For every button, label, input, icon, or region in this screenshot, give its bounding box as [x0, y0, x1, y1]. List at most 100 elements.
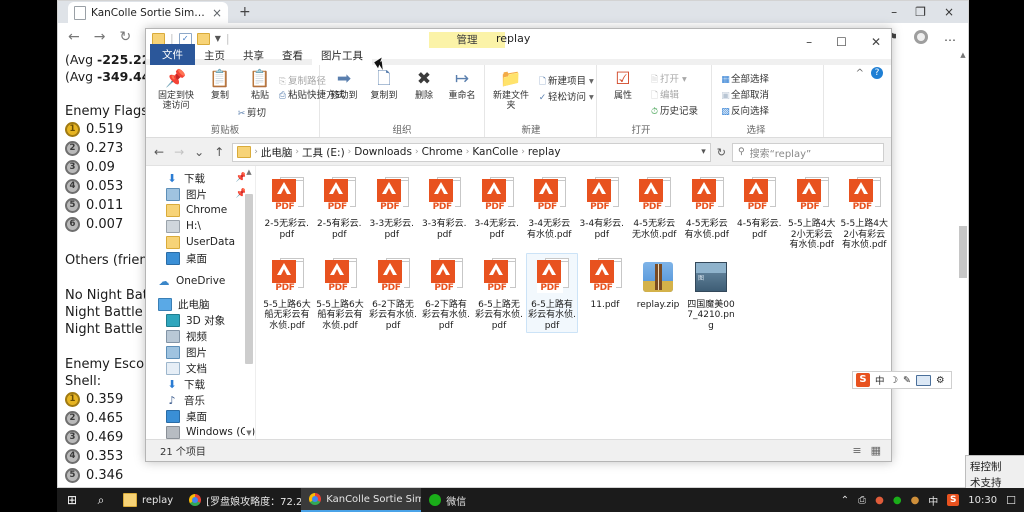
nav-item-14[interactable]: 桌面	[146, 408, 255, 424]
tray-app-icon[interactable]: ●	[875, 495, 884, 506]
clock[interactable]: 10:30	[968, 495, 997, 506]
browser-tab[interactable]: KanColle Sortie Simulator ×	[68, 2, 228, 23]
taskbar-item-2[interactable]: KanColle Sortie Sim…	[301, 488, 422, 512]
file-item[interactable]: PDF 2-5无彩云.pdf	[261, 172, 313, 253]
easy-access-button[interactable]: ✓ 轻松访问 ▾	[537, 89, 594, 103]
forward-icon[interactable]: →	[94, 29, 106, 45]
explorer-back-icon[interactable]: ←	[154, 145, 164, 159]
history-button[interactable]: ⏱ 历史记录	[649, 103, 698, 117]
cut-button[interactable]: ✂ 剪切	[236, 105, 266, 119]
navigation-scrollbar[interactable]: ▲ ▼	[245, 168, 253, 437]
nav-item-8[interactable]: 3D 对象	[146, 312, 255, 328]
nav-item-9[interactable]: 视频	[146, 328, 255, 344]
notification-center-icon[interactable]: ☐	[1006, 494, 1016, 507]
file-item[interactable]: PDF 6-2下路无彩云有水侦.pdf	[367, 253, 419, 334]
qat-new-folder-icon[interactable]	[196, 32, 210, 45]
browser-menu-icon[interactable]: …	[944, 30, 956, 44]
collapse-ribbon-icon[interactable]: ^	[856, 68, 864, 79]
tray-sogou-icon[interactable]: S	[947, 494, 960, 506]
select-all-button[interactable]: ▦全部选择	[720, 71, 769, 85]
new-folder-button[interactable]: 📁 新建文件夹	[489, 69, 533, 111]
nav-item-13[interactable]: ♪ 音乐	[146, 392, 255, 408]
explorer-up-icon[interactable]: ↑	[214, 145, 224, 159]
nav-item-4[interactable]: UserData	[146, 234, 255, 250]
ribbon-tab-3[interactable]: 查看	[273, 46, 312, 65]
breadcrumb-chevron-down-icon[interactable]: ▾	[701, 147, 706, 157]
qat-properties-icon[interactable]: ✓	[178, 32, 192, 45]
copy-to-button[interactable]: 🗋 复制到	[362, 69, 406, 101]
qat-folder-icon[interactable]	[152, 32, 165, 45]
nav-item-3[interactable]: H:\	[146, 218, 255, 234]
details-view-button[interactable]: ≡	[852, 444, 861, 457]
edit-button[interactable]: 🗋 编辑	[649, 87, 679, 104]
breadcrumb-item[interactable]: Downloads	[354, 146, 412, 158]
new-item-button[interactable]: 🗋 新建项目 ▾	[537, 73, 594, 90]
breadcrumb[interactable]: › 此电脑 › 工具 (E:) › Downloads › Chrome › KanColle › r…	[232, 142, 711, 162]
file-item[interactable]: PDF 4-5有彩云.pdf	[734, 172, 786, 253]
nav-item-5[interactable]: 桌面	[146, 250, 255, 266]
file-item[interactable]: PDF 3-3无彩云.pdf	[366, 172, 418, 253]
nav-item-15[interactable]: Windows (C:)	[146, 424, 255, 439]
nav-item-11[interactable]: 文档	[146, 360, 255, 376]
tray-lang-label[interactable]: 中	[928, 493, 938, 508]
breadcrumb-item[interactable]: 此电脑	[261, 145, 293, 160]
ime-pencil-icon[interactable]: ✎	[903, 375, 911, 386]
file-item[interactable]: PDF 3-4无彩云有水侦.pdf	[524, 172, 576, 253]
tray-chevron-up-icon[interactable]: ⌃	[841, 495, 849, 506]
browser-maximize-button[interactable]: ❐	[915, 5, 926, 19]
avatar[interactable]	[914, 30, 928, 44]
move-to-button[interactable]: ➡ 移动到	[322, 69, 366, 101]
nav-item-2[interactable]: Chrome	[146, 202, 255, 218]
paste-button[interactable]: 📋 粘贴	[238, 69, 282, 101]
nav-item-12[interactable]: ⬇ 下载	[146, 376, 255, 392]
icons-view-button[interactable]: ▦	[871, 444, 881, 457]
file-item[interactable]: PDF 6-5上路有彩云有水侦.pdf	[526, 252, 578, 333]
tray-extra-icon[interactable]: ●	[911, 495, 920, 506]
ribbon-tab-1[interactable]: 主页	[195, 46, 234, 65]
qat-chevron-down-icon[interactable]: ▼	[215, 34, 221, 43]
copy-path-button[interactable]: ⎘ 复制路径	[277, 73, 326, 87]
file-item[interactable]: PDF 11.pdf	[579, 253, 631, 334]
pin-to-quick-access-button[interactable]: 📌 固定到快速访问	[154, 69, 198, 111]
file-item[interactable]: PDF 6-5上路无彩云有水侦.pdf	[473, 253, 525, 334]
keyboard-icon[interactable]	[916, 374, 932, 386]
breadcrumb-item[interactable]: Chrome	[422, 146, 463, 158]
help-icon[interactable]: ?	[871, 67, 883, 79]
toolbox-icon[interactable]: ⚙	[936, 375, 945, 386]
copy-button[interactable]: 📋 复制	[198, 69, 242, 101]
start-button[interactable]: ⊞	[57, 493, 87, 507]
nav-scroll-down-arrow[interactable]: ▼	[245, 429, 253, 437]
rename-button[interactable]: ↦ 重命名	[440, 69, 484, 101]
file-item[interactable]: PDF 4-5无彩云有水侦.pdf	[681, 172, 733, 253]
file-item[interactable]: 图四国魔美007_4210.png	[685, 253, 737, 334]
scroll-up-arrow[interactable]: ▲	[958, 51, 968, 59]
close-tab-icon[interactable]: ×	[212, 7, 222, 19]
browser-minimize-button[interactable]: –	[891, 5, 897, 19]
invert-selection-button[interactable]: ▧反向选择	[720, 103, 769, 117]
taskbar-item-3[interactable]: 微信	[421, 488, 474, 512]
open-button[interactable]: 🗎 打开 ▾	[649, 71, 687, 88]
taskbar-search-button[interactable]: ⌕	[87, 493, 115, 508]
search-input[interactable]: ⚲ 搜索“replay”	[732, 142, 884, 162]
explorer-forward-icon[interactable]: →	[174, 145, 184, 159]
file-list[interactable]: PDF 2-5无彩云.pdf PDF 2-5有彩云.pdf PDF 3-3无彩云.pdf P…	[257, 166, 891, 439]
breadcrumb-item[interactable]: 工具 (E:)	[302, 145, 345, 160]
browser-close-button[interactable]: ×	[944, 5, 954, 19]
select-none-button[interactable]: ▣全部取消	[720, 87, 769, 101]
taskbar-item-0[interactable]: replay	[115, 488, 181, 512]
taskbar-item-1[interactable]: [罗盘娘攻略度：72.2…	[181, 488, 301, 512]
nav-scrollbar-thumb[interactable]	[245, 194, 253, 364]
file-item[interactable]: PDF 3-3有彩云.pdf	[419, 172, 471, 253]
printer-icon[interactable]: ⎙	[858, 495, 866, 506]
nav-item-10[interactable]: 图片	[146, 344, 255, 360]
nav-item-1[interactable]: 图片 📌	[146, 186, 255, 202]
ribbon-tab-2[interactable]: 共享	[234, 46, 273, 65]
ribbon-tab-4[interactable]: 图片工具	[312, 46, 372, 65]
back-icon[interactable]: ←	[68, 29, 80, 45]
sogou-logo-icon[interactable]: S	[856, 373, 870, 387]
file-item[interactable]: PDF 6-2下路有彩云有水侦.pdf	[420, 253, 472, 334]
scrollbar-thumb[interactable]	[959, 226, 967, 278]
file-item[interactable]: PDF 4-5无彩云无水侦.pdf	[629, 172, 681, 253]
explorer-refresh-icon[interactable]: ↻	[711, 146, 732, 159]
wechat-tray-icon[interactable]: ●	[893, 495, 902, 506]
